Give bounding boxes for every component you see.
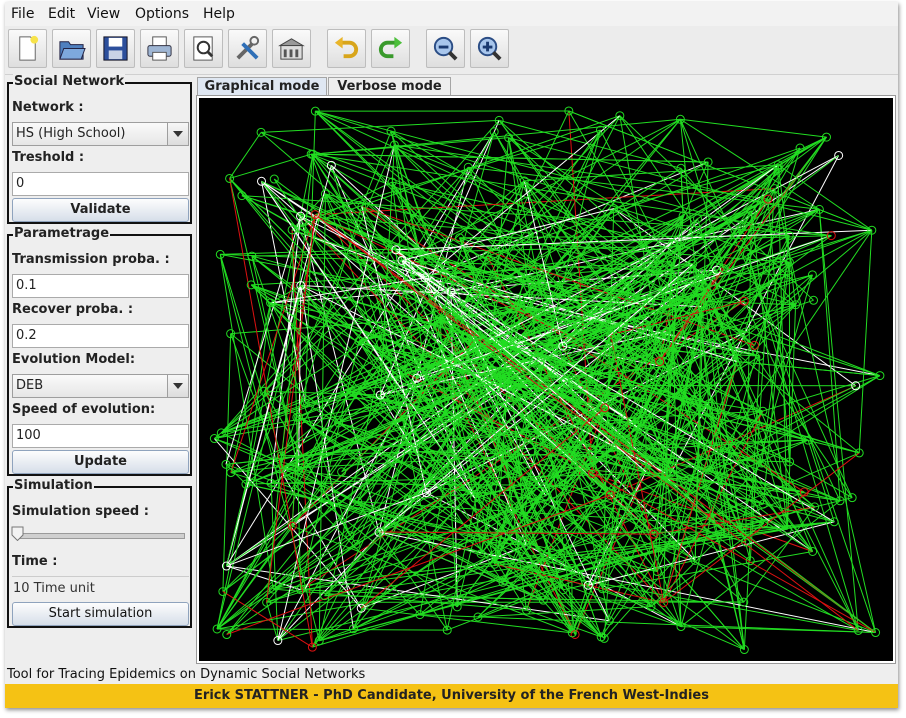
slider-thumb[interactable] bbox=[11, 526, 24, 542]
tab-graphical-mode[interactable]: Graphical mode bbox=[197, 77, 327, 96]
graph-edge bbox=[315, 110, 790, 263]
graph-edge bbox=[315, 188, 775, 216]
network-graph bbox=[209, 106, 885, 655]
speed-evolution-input[interactable]: 100 bbox=[12, 424, 189, 448]
redo-button[interactable] bbox=[371, 29, 410, 68]
redo-icon bbox=[378, 36, 403, 59]
undo-icon bbox=[334, 36, 359, 59]
open-button[interactable] bbox=[52, 29, 91, 68]
graph-edge bbox=[226, 492, 427, 567]
social-network-panel: Social Network Network : HS (High School… bbox=[7, 74, 192, 224]
tab-verbose-mode[interactable]: Verbose mode bbox=[328, 77, 451, 96]
graph-frame bbox=[196, 95, 896, 664]
evolution-model-select[interactable]: DEB bbox=[12, 374, 189, 398]
simulation-panel: Simulation Simulation speed : Time : 10 … bbox=[7, 478, 192, 628]
graph-edge bbox=[746, 254, 877, 633]
graph-edge bbox=[261, 119, 500, 133]
statistics-button[interactable] bbox=[272, 29, 311, 68]
parametrage-title: Parametrage bbox=[13, 226, 111, 241]
graph-edge bbox=[217, 628, 448, 631]
evolution-model-label: Evolution Model: bbox=[12, 352, 136, 367]
threshold-input[interactable]: 0 bbox=[12, 172, 189, 196]
new-file-icon bbox=[19, 35, 39, 61]
menu-bar: File Edit View Options Help bbox=[5, 2, 898, 26]
graph-edge bbox=[743, 300, 841, 501]
simulation-speed-track[interactable] bbox=[15, 533, 185, 539]
threshold-label: Treshold : bbox=[12, 150, 85, 165]
status-bar: Tool for Tracing Epidemics on Dynamic So… bbox=[7, 667, 366, 682]
graph-edge bbox=[305, 402, 573, 569]
application-window: File Edit View Options Help Social Netwo… bbox=[5, 2, 898, 708]
print-preview-icon bbox=[193, 36, 214, 61]
time-value: 10 Time unit bbox=[12, 576, 189, 600]
graph-edge bbox=[319, 522, 764, 642]
transmission-input[interactable]: 0.1 bbox=[12, 274, 189, 298]
toolbar bbox=[5, 26, 898, 75]
menu-help[interactable]: Help bbox=[203, 6, 235, 22]
validate-button[interactable]: Validate bbox=[12, 198, 189, 222]
social-network-title: Social Network bbox=[13, 74, 126, 89]
graph-edge bbox=[680, 118, 827, 138]
print-icon bbox=[147, 36, 172, 61]
graph-edge bbox=[858, 230, 873, 453]
graph-edge bbox=[229, 153, 312, 179]
statistics-icon bbox=[278, 38, 305, 60]
menu-options[interactable]: Options bbox=[135, 6, 189, 22]
update-button[interactable]: Update bbox=[12, 450, 189, 474]
recover-input[interactable]: 0.2 bbox=[12, 324, 189, 348]
time-label: Time : bbox=[12, 554, 58, 569]
dropdown-arrow-icon[interactable] bbox=[167, 123, 188, 145]
new-button[interactable] bbox=[8, 29, 47, 68]
graph-edge bbox=[229, 132, 262, 179]
save-button[interactable] bbox=[96, 29, 135, 68]
zoom-out-icon bbox=[433, 36, 458, 61]
graph-edge bbox=[361, 130, 392, 207]
open-folder-icon bbox=[59, 41, 86, 60]
parametrage-panel: Parametrage Transmission proba. : 0.1 Re… bbox=[7, 226, 192, 476]
zoom-out-button[interactable] bbox=[426, 29, 465, 68]
dropdown-arrow-icon[interactable] bbox=[167, 375, 188, 397]
network-value: HS (High School) bbox=[16, 126, 126, 141]
undo-button[interactable] bbox=[327, 29, 366, 68]
simulation-speed-label: Simulation speed : bbox=[12, 504, 149, 519]
menu-edit[interactable]: Edit bbox=[48, 6, 75, 22]
evolution-model-value: DEB bbox=[16, 378, 44, 393]
graph-edge bbox=[312, 568, 572, 648]
print-button[interactable] bbox=[140, 29, 179, 68]
recover-label: Recover proba. : bbox=[12, 302, 134, 317]
zoom-in-button[interactable] bbox=[470, 29, 509, 68]
print-preview-button[interactable] bbox=[184, 29, 223, 68]
network-graph-canvas[interactable] bbox=[199, 98, 893, 661]
save-icon bbox=[103, 36, 128, 61]
tools-icon bbox=[236, 35, 260, 60]
menu-file[interactable]: File bbox=[11, 6, 34, 22]
graph-node[interactable] bbox=[834, 150, 844, 160]
simulation-title: Simulation bbox=[13, 478, 94, 493]
footer-banner: Erick STATTNER - PhD Candidate, Universi… bbox=[5, 684, 898, 708]
zoom-in-icon bbox=[477, 36, 502, 61]
menu-view[interactable]: View bbox=[87, 6, 120, 22]
network-select[interactable]: HS (High School) bbox=[12, 122, 189, 146]
transmission-label: Transmission proba. : bbox=[12, 252, 170, 267]
network-label: Network : bbox=[12, 100, 84, 115]
start-simulation-button[interactable]: Start simulation bbox=[12, 602, 189, 626]
tools-button[interactable] bbox=[228, 29, 267, 68]
speed-evolution-label: Speed of evolution: bbox=[12, 402, 156, 417]
graph-edge bbox=[419, 614, 876, 634]
graph-node[interactable] bbox=[256, 176, 266, 186]
